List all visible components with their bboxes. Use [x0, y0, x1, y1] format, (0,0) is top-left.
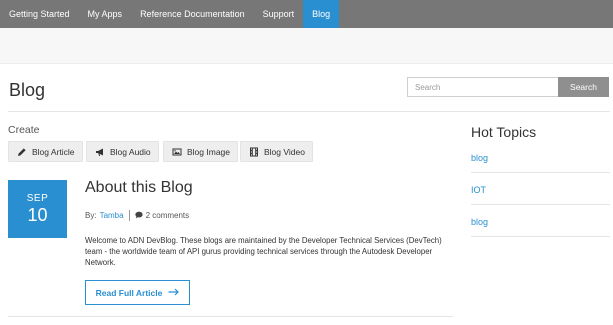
post-excerpt: Welcome to ADN DevBlog. These blogs are …	[85, 236, 442, 267]
hot-topic-link[interactable]: blog	[471, 217, 488, 227]
create-blog-audio-button[interactable]: Blog Audio	[86, 141, 159, 162]
post-meta: By: Tamba 2 comments	[85, 210, 189, 221]
post-comments-link[interactable]: 2 comments	[146, 211, 190, 220]
create-blog-image-label: Blog Image	[187, 146, 230, 157]
sub-header-bar	[0, 28, 613, 64]
create-blog-video-button[interactable]: Blog Video	[240, 141, 313, 162]
comment-icon	[134, 211, 146, 221]
post-divider	[8, 316, 453, 317]
create-blog-article-button[interactable]: Blog Article	[8, 141, 83, 162]
page-title: Blog	[9, 80, 46, 100]
create-blog-article-label: Blog Article	[32, 146, 75, 157]
post-date-day: 10	[27, 205, 48, 225]
nav-getting-started[interactable]: Getting Started	[0, 0, 79, 28]
hot-topic-link[interactable]: IOT	[471, 185, 486, 195]
search-input[interactable]	[407, 77, 558, 97]
hot-topic-link[interactable]: blog	[471, 153, 488, 163]
nav-my-apps[interactable]: My Apps	[79, 0, 132, 28]
nav-blog[interactable]: Blog	[303, 0, 340, 28]
post-author-link[interactable]: Tamba	[100, 211, 124, 220]
nav-reference-documentation[interactable]: Reference Documentation	[131, 0, 254, 28]
hot-topic-divider	[471, 204, 610, 205]
hot-topic-divider	[471, 172, 610, 173]
create-blog-image-button[interactable]: Blog Image	[163, 141, 238, 162]
hot-topic-divider	[471, 236, 610, 237]
search-button[interactable]: Search	[558, 77, 609, 97]
pencil-icon	[16, 146, 27, 157]
film-icon	[248, 146, 259, 157]
post-title[interactable]: About this Blog	[85, 179, 193, 197]
megaphone-icon	[94, 146, 105, 157]
read-full-article-label: Read Full Article	[95, 287, 163, 298]
image-icon	[171, 146, 182, 157]
post-date-month: SEP	[26, 193, 49, 204]
nav-support[interactable]: Support	[254, 0, 304, 28]
hot-topics-title: Hot Topics	[471, 124, 537, 140]
divider	[8, 111, 610, 112]
create-blog-video-label: Blog Video	[264, 146, 305, 157]
post-by-label: By:	[85, 211, 97, 220]
create-label: Create	[8, 124, 40, 136]
create-blog-audio-label: Blog Audio	[110, 146, 151, 157]
top-nav: Getting Started My Apps Reference Docume…	[0, 0, 613, 28]
arrow-right-icon	[162, 288, 180, 298]
post-date-badge: SEP 10	[8, 180, 67, 238]
read-full-article-button[interactable]: Read Full Article	[85, 280, 190, 305]
meta-separator	[128, 210, 130, 221]
